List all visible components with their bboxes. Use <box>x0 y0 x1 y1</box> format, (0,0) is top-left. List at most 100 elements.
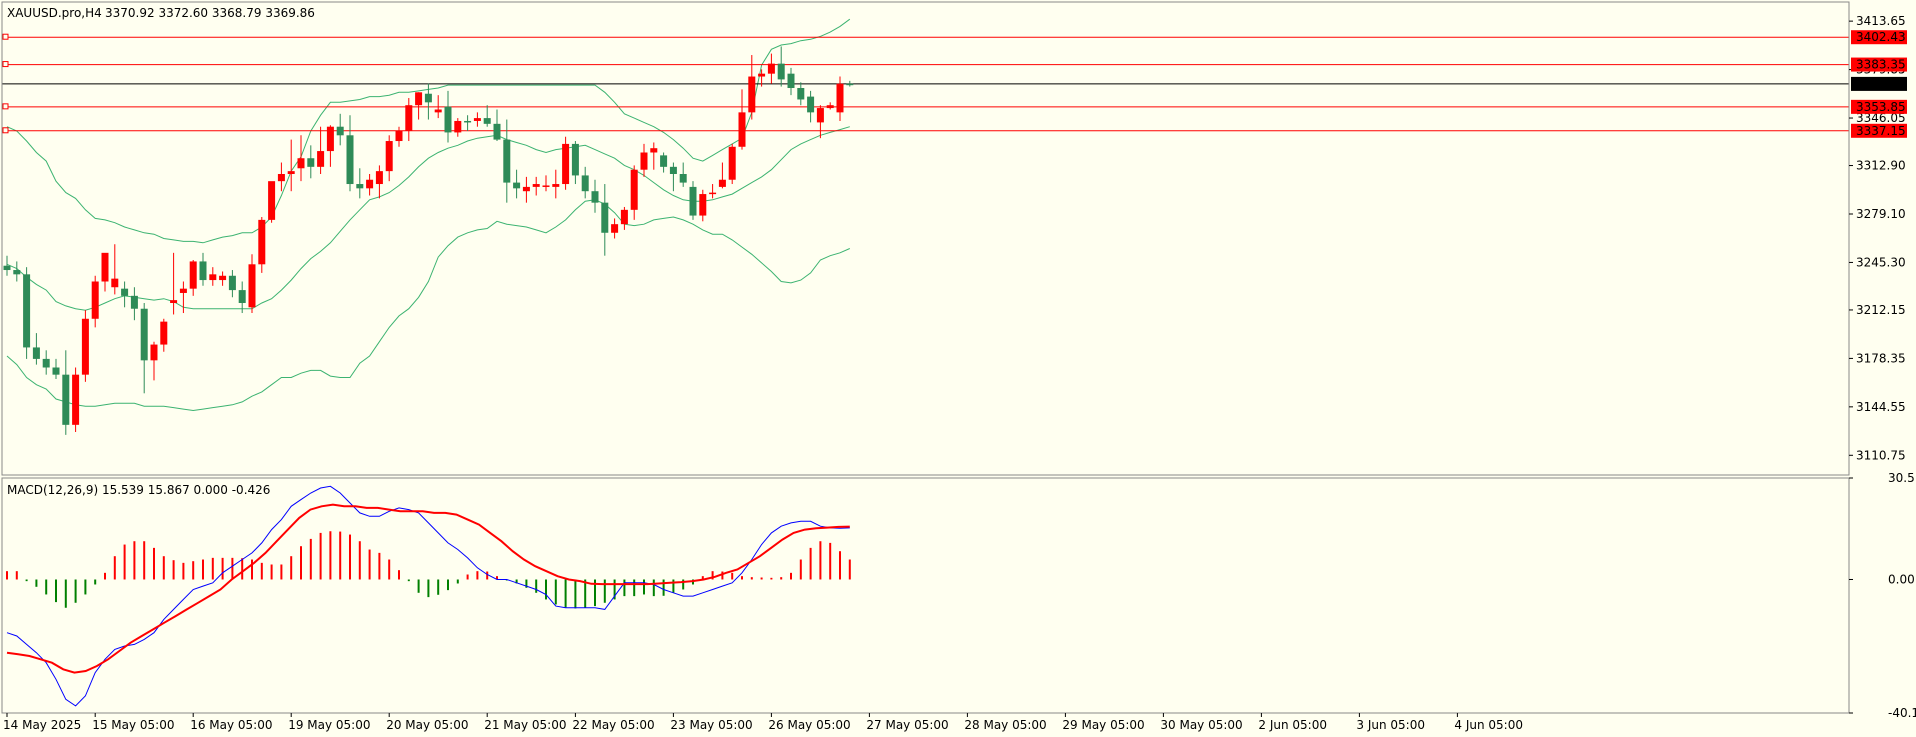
candle-bull <box>287 171 295 174</box>
candle-bull <box>758 73 766 77</box>
candle-bull <box>816 108 824 123</box>
candle-bull <box>81 318 89 375</box>
current-price-tag-label: 3369.86 <box>1856 77 1906 91</box>
price-level-marker <box>2 61 9 68</box>
candle-bull <box>542 185 550 187</box>
candle-bull <box>395 131 403 142</box>
candle-bull <box>728 146 736 180</box>
candle-bull <box>709 192 717 195</box>
candle-bear <box>787 73 795 88</box>
price-axis-label: 3279.10 <box>1856 207 1906 221</box>
ohlc-readout: 3370.92 3372.60 3368.79 3369.86 <box>105 6 315 20</box>
price-level-tag-label: 3402.43 <box>1856 30 1906 44</box>
candle-bull <box>434 109 442 113</box>
candle-bear <box>513 182 521 189</box>
candle-bear <box>571 143 579 176</box>
candle-bear <box>679 174 687 183</box>
candle-bull <box>611 224 619 233</box>
candle-bull <box>738 112 746 147</box>
candle-bull <box>277 174 285 182</box>
price-level-marker <box>2 127 9 134</box>
candle-bear <box>199 261 207 281</box>
candle-bear <box>601 202 609 233</box>
candle-bull <box>405 105 413 131</box>
candle-bull <box>326 126 334 152</box>
candle-bear <box>660 155 668 167</box>
candle-bear <box>483 118 491 124</box>
candle-bear <box>464 120 472 123</box>
candle-bear <box>42 358 50 368</box>
candle-bull <box>562 143 570 185</box>
candle-bull <box>522 186 530 192</box>
macd-axis-label: -40.127 <box>1888 706 1916 720</box>
candle-bear <box>32 347 40 359</box>
candle-bear <box>444 106 452 133</box>
candle-bear <box>689 186 697 216</box>
candle-bear <box>424 93 432 103</box>
price-axis-label: 3144.55 <box>1856 400 1906 414</box>
candle-bear <box>807 96 815 113</box>
time-axis-label: 20 May 05:00 <box>386 718 468 732</box>
candle-bear <box>581 175 589 192</box>
time-axis-label: 23 May 05:00 <box>670 718 752 732</box>
price-axis-label: 3413.65 <box>1856 14 1906 28</box>
candle-bull <box>366 179 374 189</box>
candle-bear <box>228 275 236 291</box>
candle-bull <box>748 76 756 113</box>
time-axis-label: 4 Jun 05:00 <box>1454 718 1523 732</box>
candle-bull <box>209 274 217 281</box>
candle-bull <box>72 374 80 425</box>
candle-bull <box>473 118 481 121</box>
candle-bear <box>23 274 31 348</box>
candle-bull <box>297 158 305 169</box>
price-axis-label: 3212.15 <box>1856 303 1906 317</box>
candle-bull <box>385 141 393 172</box>
candle-bear <box>130 295 138 309</box>
candle-bull <box>375 171 383 185</box>
candle-bear <box>503 139 511 183</box>
chart-background <box>0 0 1916 737</box>
candle-bear <box>3 265 11 271</box>
candle-bull <box>101 252 109 282</box>
time-axis-label: 22 May 05:00 <box>572 718 654 732</box>
price-axis-label: 3312.90 <box>1856 159 1906 173</box>
candle-bull <box>219 275 227 281</box>
candle-bull <box>179 288 187 293</box>
time-axis-label: 21 May 05:00 <box>484 718 566 732</box>
candle-bull <box>170 300 178 303</box>
candle-bull <box>640 152 648 170</box>
candle-bull <box>150 344 158 361</box>
symbol-info-label: XAUUSD.pro,H4 <box>7 6 102 20</box>
candle-bull <box>836 83 844 113</box>
time-axis-label: 29 May 05:00 <box>1062 718 1144 732</box>
time-axis-label: 3 Jun 05:00 <box>1356 718 1425 732</box>
price-level-tag-label: 3383.35 <box>1856 58 1906 72</box>
candle-bear <box>846 83 854 86</box>
candle-bull <box>91 281 99 319</box>
time-axis-label: 15 May 05:00 <box>92 718 174 732</box>
candle-bear <box>356 184 364 189</box>
candle-bear <box>52 367 60 375</box>
candle-bull <box>532 184 540 187</box>
time-axis-label: 27 May 05:00 <box>866 718 948 732</box>
candle-bull <box>317 151 325 167</box>
candle-bear <box>797 88 805 100</box>
candle-bear <box>346 135 354 185</box>
candle-bear <box>669 166 677 174</box>
candle-bear <box>62 374 70 425</box>
candle-bear <box>238 290 246 303</box>
candle-bull <box>650 148 658 153</box>
candle-bull <box>189 261 197 289</box>
candle-bull <box>111 278 119 288</box>
time-axis-label: 28 May 05:00 <box>964 718 1046 732</box>
macd-label: MACD(12,26,9) 15.539 15.867 0.000 -0.426 <box>7 483 270 497</box>
candle-bear <box>336 126 344 136</box>
price-axis-label: 3110.75 <box>1856 448 1906 462</box>
price-level-tag-label: 3337.15 <box>1856 124 1906 138</box>
time-axis-label: 19 May 05:00 <box>288 718 370 732</box>
candle-bull <box>415 92 423 106</box>
chart-canvas[interactable]: 3413.653379.853346.053312.903279.103245.… <box>0 0 1916 737</box>
candle-bull <box>699 194 707 216</box>
candle-bull <box>248 264 256 308</box>
candle-bull <box>160 321 168 345</box>
